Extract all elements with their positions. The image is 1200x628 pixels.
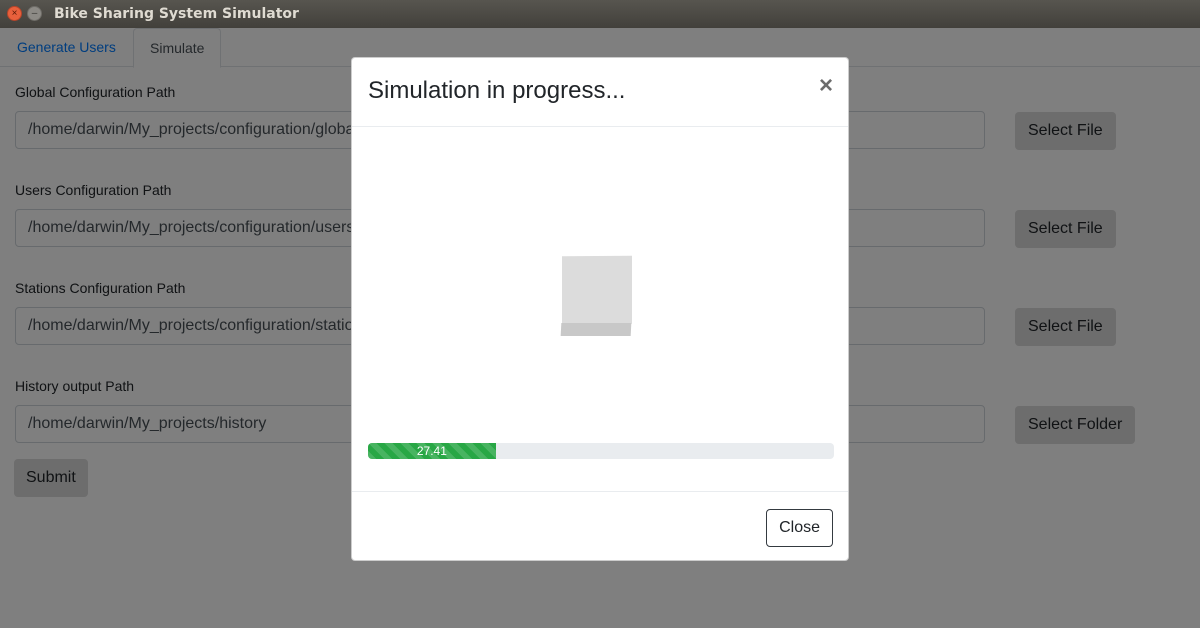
cube-front-face [562,255,632,325]
window-titlebar: × – Bike Sharing System Simulator [0,0,1200,28]
progress-bar-fill: 27.41 [368,443,496,459]
modal-close-icon[interactable]: × [819,72,833,100]
modal-header: Simulation in progress... × [352,58,848,127]
simulation-progress: 27.41 [368,443,834,459]
modal-footer: Close [352,491,848,561]
window-close-icon[interactable]: × [7,6,22,21]
window-minimize-icon[interactable]: – [27,6,42,21]
window-title: Bike Sharing System Simulator [54,6,299,22]
loading-cube-icon [560,255,632,338]
close-button[interactable]: Close [766,509,833,547]
simulation-modal: Simulation in progress... × 27.41 Close [351,57,849,561]
modal-title: Simulation in progress... [368,77,626,104]
cube-bottom-face [560,323,632,336]
